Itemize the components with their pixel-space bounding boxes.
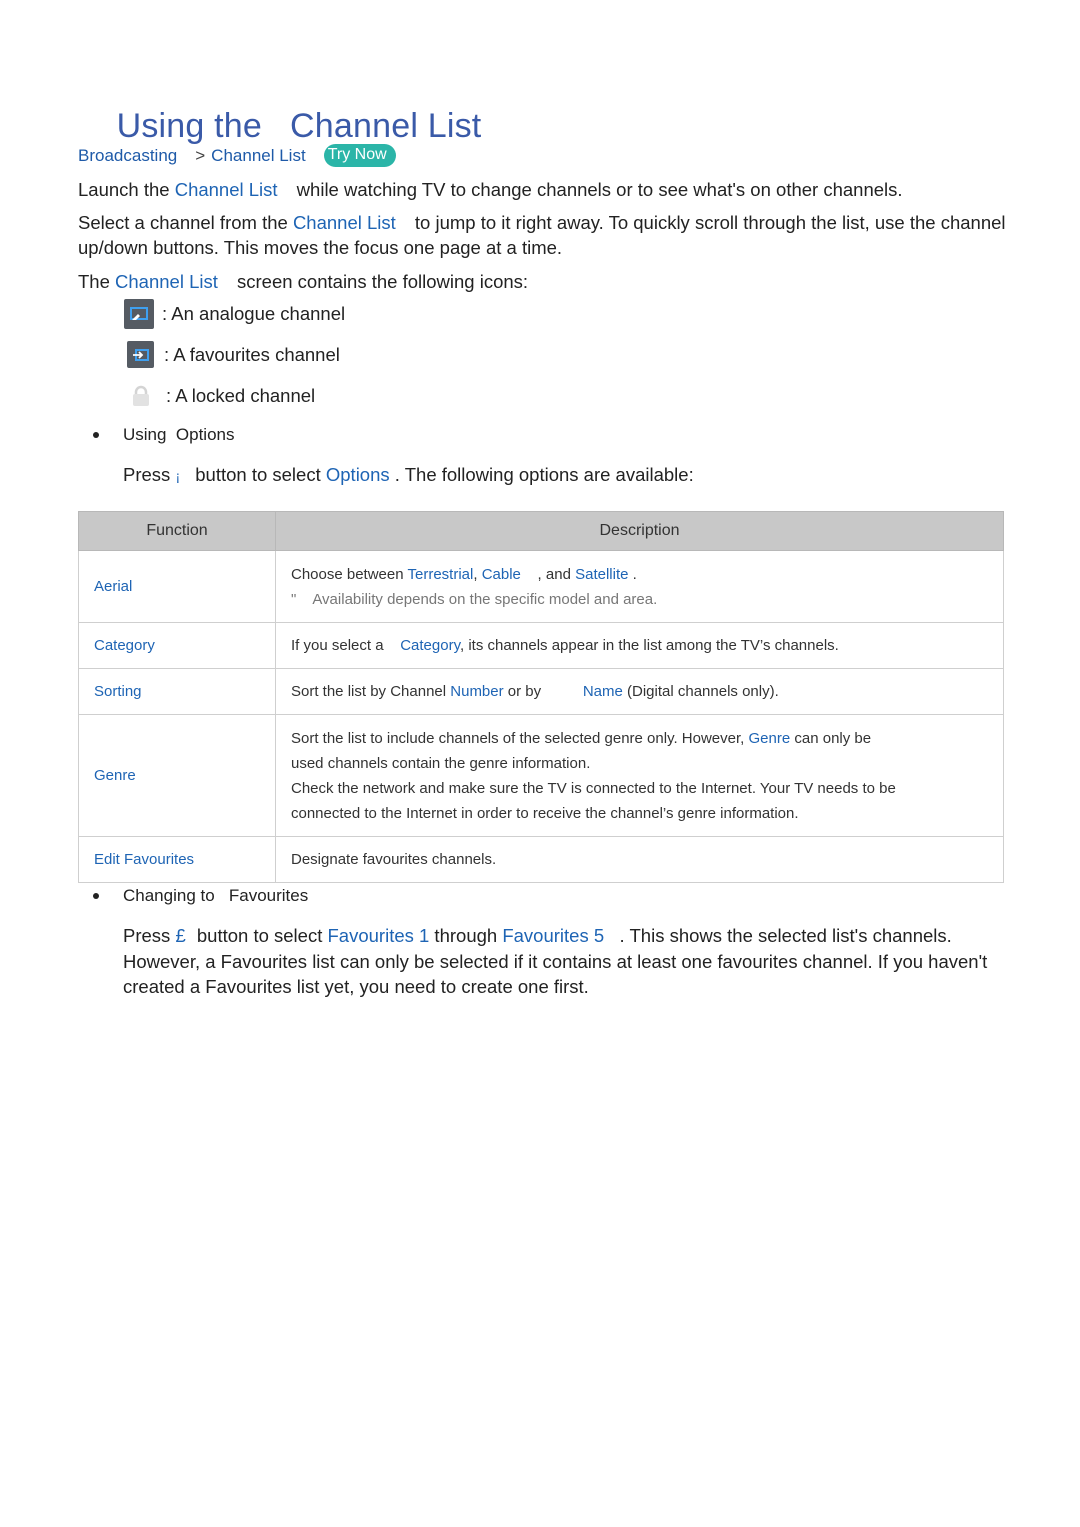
text: screen contains the following icons: (231, 271, 529, 292)
text: Press (123, 925, 176, 946)
category-link[interactable]: Category (400, 637, 460, 654)
section-heading: Using Options (123, 425, 235, 444)
text: . (628, 565, 637, 583)
description-cell: If you select a Category, its channels a… (275, 622, 1004, 669)
favourites-1-link[interactable]: Favourites 1 (328, 925, 430, 946)
text: , its channels appear in the list among … (459, 637, 839, 654)
text: Launch the (78, 179, 175, 200)
text: through (429, 925, 503, 946)
options-link[interactable]: Options (326, 464, 390, 485)
icon-label: : An analogue channel (162, 303, 346, 324)
column-header: Function (78, 511, 276, 551)
analogue-channel-icon (124, 299, 154, 329)
text: button to select (191, 925, 328, 946)
text: , and (520, 565, 576, 583)
table-row: Aerial Choose between Terrestrial, Cable… (78, 550, 1004, 623)
icon-legend-analogue: : An analogue channel (124, 299, 345, 329)
function-edit-favourites[interactable]: Edit Favourites (78, 836, 276, 883)
genre-link[interactable]: Genre (749, 730, 791, 747)
name-link[interactable]: Name (583, 683, 623, 700)
text: , (473, 565, 482, 583)
note-text: Availability depends on the specific mod… (312, 590, 658, 608)
chevron-right-icon: > (195, 145, 206, 165)
description-cell: Designate favourites channels. (275, 836, 1004, 883)
text: Select a channel from the (78, 212, 293, 233)
text: Choose between (291, 565, 408, 583)
favourites-instruction: Press £ button to select Favourites 1 th… (123, 923, 1003, 1000)
note: " Availability depends on the specific mo… (291, 587, 988, 612)
text: button to select (190, 464, 326, 485)
title-part2: Channel List (290, 107, 482, 145)
try-now-button[interactable]: Try Now (323, 144, 396, 167)
icon-label: : A favourites channel (164, 343, 340, 365)
remote-key-icon: £ (175, 925, 186, 946)
page-title: Using the Channel List (78, 68, 482, 185)
locked-channel-icon (130, 385, 152, 407)
text: Sort the list to include channels of the… (291, 729, 749, 747)
text: or by (503, 683, 583, 700)
description-cell: Choose between Terrestrial, Cable , and … (275, 550, 1004, 623)
icon-legend-locked: : A locked channel (124, 385, 315, 407)
section-heading: Changing to Favourites (123, 886, 309, 905)
intro-paragraph-3: The Channel List screen contains the fol… (78, 269, 1008, 294)
favourites-channel-icon (127, 341, 154, 368)
text: If you select a (291, 637, 401, 654)
text: Check the network and make sure the TV i… (291, 779, 896, 822)
table-row: Genre Sort the list to include channels … (78, 714, 1004, 837)
title-part1: Using the (116, 107, 263, 145)
bullet-dot (93, 893, 99, 899)
number-link[interactable]: Number (450, 683, 503, 700)
function-aerial[interactable]: Aerial (78, 550, 276, 623)
table-row: Edit Favourites Designate favourites cha… (78, 836, 1004, 883)
options-instruction: Press ¡ button to select Options . The f… (123, 462, 1003, 490)
channel-list-link[interactable]: Channel List (175, 179, 278, 200)
breadcrumb-channel-list[interactable]: Channel List (211, 146, 306, 166)
intro-paragraph-2: Select a channel from the Channel List t… (78, 210, 1008, 260)
note-icon: " (291, 590, 297, 608)
breadcrumb: Broadcasting > Channel List Try Now (78, 144, 396, 167)
options-table: Function Description Aerial Choose betwe… (78, 511, 1004, 883)
table-header-row: Function Description (78, 511, 1004, 551)
bullet-changing-to-favourites: Changing to Favourites (93, 886, 308, 906)
function-genre[interactable]: Genre (78, 714, 276, 837)
channel-list-link[interactable]: Channel List (293, 212, 396, 233)
text: while watching TV to change channels or … (291, 179, 903, 200)
column-header: Description (275, 511, 1004, 551)
intro-paragraph-1: Launch the Channel List while watching T… (78, 177, 1008, 202)
text: The (78, 271, 116, 292)
text: (Digital channels only). (622, 683, 779, 700)
icon-legend-favourites: : A favourites channel (124, 341, 340, 368)
text: . The following options are available: (389, 464, 694, 485)
description-cell: Sort the list by Channel Number or by Na… (275, 668, 1004, 715)
manual-page: Using the Channel List Broadcasting > Cha… (0, 0, 1080, 1527)
terrestrial-link[interactable]: Terrestrial (407, 566, 473, 583)
function-sorting[interactable]: Sorting (78, 668, 276, 715)
icon-label: : A locked channel (166, 385, 316, 406)
description-cell: Sort the list to include channels of the… (275, 714, 1004, 837)
bullet-dot (93, 432, 99, 438)
satellite-link[interactable]: Satellite (575, 566, 628, 583)
table-row: Category If you select a Category, its c… (78, 622, 1004, 669)
bullet-using-options: Using Options (93, 425, 235, 445)
cable-link[interactable]: Cable (482, 566, 521, 583)
remote-key-icon: ¡ (175, 468, 181, 484)
breadcrumb-broadcasting[interactable]: Broadcasting (78, 146, 177, 166)
channel-list-link[interactable]: Channel List (115, 271, 218, 292)
favourites-5-link[interactable]: Favourites 5 (502, 925, 604, 946)
text: Press (123, 464, 176, 485)
function-category[interactable]: Category (78, 622, 276, 669)
text: Sort the list by Channel (291, 683, 451, 700)
table-row: Sorting Sort the list by Channel Number … (78, 668, 1004, 715)
